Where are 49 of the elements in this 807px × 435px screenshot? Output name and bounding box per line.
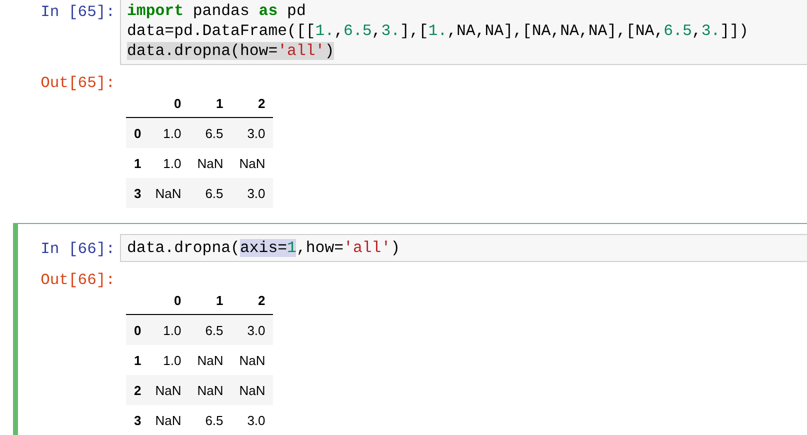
- table-cell: 3.0: [231, 178, 274, 208]
- output-prompt: Out[65]:: [40, 73, 116, 92]
- matched-code: 1: [287, 239, 296, 257]
- input-prompt: In [66]:: [40, 239, 116, 258]
- column-header: 0: [147, 90, 190, 118]
- matched-code: axis=: [240, 239, 288, 257]
- code-editor[interactable]: import pandas as pd data=pd.DataFrame([[1.,6.5,3.],[1.,NA,NA],[NA,NA,NA],[NA,6.5,3.]]) data.dropna(how='all'): [120, 0, 807, 65]
- table-cell: 6.5: [189, 405, 232, 435]
- notebook-cell[interactable]: In [65]: import pandas as pd data=pd.DataFrame([[1.,6.5,3.],[1.,NA,NA],[NA,NA,NA],[NA,6.5,3.]]) data.dropna(how='all') Out[65]: 0 1 2 0 1.0 6.5 3.0 1 1.0 NaN NaN 3 NaN 6.5 3.0: [13, 0, 807, 222]
- table-cell: NaN: [231, 375, 274, 405]
- table-cell: 1.0: [147, 314, 190, 345]
- column-header: 1: [189, 90, 232, 118]
- row-index: 2: [126, 375, 148, 405]
- notebook-cell[interactable]: In [66]: data.dropna(axis=1,how='all') Out[66]: 0 1 2 0 1.0 6.5 3.0 1 1.0 NaN NaN 2 NaN NaN NaN 3 NaN 6.5 3.0: [13, 223, 807, 435]
- table-cell: 6.5: [189, 178, 232, 208]
- row-index: 1: [126, 148, 148, 178]
- table-cell: 1.0: [147, 118, 190, 148]
- row-index: 3: [126, 178, 148, 208]
- table-cell: 6.5: [189, 118, 232, 148]
- table-cell: NaN: [147, 405, 190, 435]
- table-cell: 1.0: [147, 345, 190, 375]
- column-header: 2: [231, 287, 274, 314]
- table-cell: NaN: [147, 375, 190, 405]
- code-line: import pandas as pd: [127, 1, 307, 21]
- column-header: 1: [189, 287, 232, 314]
- column-header: 2: [231, 90, 274, 118]
- input-prompt: In [65]:: [40, 2, 116, 21]
- row-index: 3: [126, 405, 148, 435]
- code-line: data=pd.DataFrame([[1.,6.5,3.],[1.,NA,NA],[NA,NA,NA],[NA,6.5,3.]]): [127, 21, 750, 41]
- table-cell: NaN: [231, 345, 274, 375]
- table-cell: 3.0: [231, 118, 274, 148]
- code-editor[interactable]: data.dropna(axis=1,how='all'): [120, 234, 807, 262]
- row-index: 1: [126, 345, 148, 375]
- table-cell: NaN: [189, 345, 232, 375]
- table-cell: NaN: [189, 148, 232, 178]
- table-cell: 6.5: [189, 314, 232, 345]
- table-cell: 1.0: [147, 148, 190, 178]
- table-cell: NaN: [189, 375, 232, 405]
- column-header: 0: [147, 287, 190, 314]
- code-line: data.dropna(axis=1,how='all'): [127, 238, 402, 258]
- selected-code: 'all': [278, 42, 325, 60]
- row-index: 0: [126, 314, 148, 345]
- table-cell: 3.0: [231, 314, 274, 345]
- table-cell: NaN: [231, 148, 274, 178]
- selected-code: data.dropna(how=: [127, 42, 278, 60]
- row-index: 0: [126, 118, 148, 148]
- table-cell: 3.0: [231, 405, 274, 435]
- table-cell: NaN: [147, 178, 190, 208]
- output-prompt: Out[66]:: [40, 270, 116, 289]
